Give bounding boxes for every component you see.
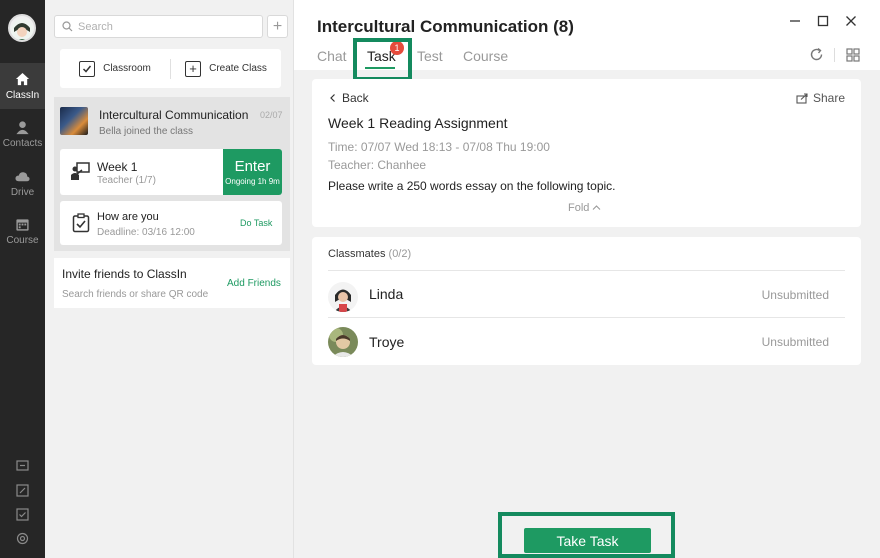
calendar-icon — [16, 218, 29, 231]
home-icon — [15, 72, 30, 85]
class-role: Teacher (1/7) — [97, 175, 156, 186]
share-icon — [796, 92, 808, 104]
teacher-board-icon — [71, 162, 90, 180]
search-box[interactable] — [54, 15, 263, 38]
nav-item-classin[interactable]: ClassIn — [0, 63, 45, 109]
nav-label: Drive — [10, 186, 35, 198]
list-panel: + Classroom + Create Class Intercultural… — [45, 0, 293, 558]
divider — [328, 270, 845, 271]
avatar — [328, 282, 358, 312]
plus-icon: + — [185, 60, 202, 77]
class-name: Week 1 — [97, 160, 138, 174]
checkbox-icon — [79, 60, 96, 77]
back-label: Back — [342, 91, 369, 105]
nav-rail: ClassIn Contacts Drive Course — [0, 0, 45, 558]
invite-title: Invite friends to ClassIn — [62, 267, 187, 281]
group-thumbnail — [60, 107, 88, 135]
classmates-card: Classmates (0/2) Linda Unsubmitted Troye… — [312, 237, 861, 365]
task-time: Time: 07/07 Wed 18:13 - 07/08 Thu 19:00 — [328, 140, 550, 154]
main-panel: Intercultural Communication (8) Chat Tas… — [293, 0, 880, 558]
task-item[interactable]: How are you Deadline: 03/16 12:00 Do Tas… — [60, 201, 282, 245]
task-deadline: Deadline: 03/16 12:00 — [97, 227, 195, 238]
avatar — [328, 327, 358, 357]
nav-item-course[interactable]: Course — [0, 208, 45, 254]
nav-label: ClassIn — [5, 89, 40, 101]
quick-actions: Classroom + Create Class — [60, 49, 281, 88]
nav-label: Course — [6, 234, 39, 246]
enter-label: Enter — [234, 158, 271, 175]
cloud-icon — [15, 171, 30, 181]
tab-chat[interactable]: Chat — [317, 48, 347, 64]
classroom-label: Classroom — [103, 63, 151, 74]
settings-icon[interactable] — [16, 532, 29, 545]
classmate-name: Linda — [369, 286, 404, 302]
group-title: Intercultural Communication — [99, 108, 249, 122]
share-button[interactable]: Share — [796, 91, 845, 105]
nav-label: Contacts — [2, 137, 43, 149]
class-group[interactable]: Intercultural Communication 02/07 Bella … — [54, 97, 290, 251]
folder-icon[interactable] — [16, 459, 29, 472]
create-class-label: Create Class — [209, 63, 267, 74]
back-button[interactable]: Back — [328, 91, 369, 105]
classmates-count: (0/2) — [388, 248, 412, 260]
classmates-label: Classmates — [328, 248, 386, 260]
page-title: Intercultural Communication (8) — [317, 17, 574, 36]
task-title: Week 1 Reading Assignment — [328, 115, 508, 131]
class-item[interactable]: Week 1 Teacher (1/7) Enter Ongoing 1h 9m — [60, 149, 282, 195]
close-icon[interactable] — [844, 14, 858, 28]
group-subtitle: Bella joined the class — [99, 126, 193, 137]
create-class-button[interactable]: + Create Class — [171, 60, 281, 77]
search-input[interactable] — [78, 20, 248, 33]
take-task-highlight — [498, 512, 675, 558]
tab-course[interactable]: Course — [463, 48, 508, 64]
maximize-icon[interactable] — [816, 14, 830, 28]
divider — [328, 317, 845, 318]
submission-status: Unsubmitted — [761, 335, 829, 349]
minimize-icon[interactable] — [788, 14, 802, 28]
fold-toggle[interactable]: Fold — [568, 202, 601, 214]
classmate-name: Troye — [369, 334, 405, 350]
apps-grid-icon[interactable] — [846, 48, 860, 62]
task-detail-card: Back Share Week 1 Reading Assignment Tim… — [312, 79, 861, 227]
tab-test[interactable]: Test — [417, 48, 443, 64]
classmates-header: Classmates (0/2) — [328, 248, 411, 260]
task-teacher: Teacher: Chanhee — [328, 158, 427, 172]
person-icon — [16, 120, 29, 134]
task-tab-highlight — [353, 38, 412, 81]
classroom-button[interactable]: Classroom — [60, 60, 170, 77]
nav-item-drive[interactable]: Drive — [0, 160, 45, 206]
invite-subtitle: Search friends or share QR code — [62, 289, 209, 300]
enter-status: Ongoing 1h 9m — [225, 177, 280, 186]
user-avatar[interactable] — [8, 14, 36, 42]
enter-button[interactable]: Enter Ongoing 1h 9m — [223, 149, 282, 195]
chevron-left-icon — [330, 94, 335, 102]
task-description: Please write a 250 words essay on the fo… — [328, 179, 616, 193]
share-label: Share — [812, 91, 845, 105]
checkbox-icon[interactable] — [16, 508, 29, 521]
clipboard-check-icon — [72, 213, 90, 233]
add-button[interactable]: + — [267, 15, 288, 38]
nav-item-contacts[interactable]: Contacts — [0, 111, 45, 157]
submission-status: Unsubmitted — [761, 288, 829, 302]
add-friends-link[interactable]: Add Friends — [227, 278, 281, 289]
chevron-up-icon — [593, 205, 601, 210]
edit-icon[interactable] — [16, 484, 29, 497]
do-task-link[interactable]: Do Task — [240, 218, 272, 228]
refresh-icon[interactable] — [809, 47, 824, 62]
invite-card: Invite friends to ClassIn Search friends… — [54, 258, 290, 308]
search-icon — [62, 21, 73, 32]
group-date: 02/07 — [260, 110, 283, 120]
divider — [834, 48, 835, 62]
fold-label: Fold — [568, 202, 590, 214]
task-name: How are you — [97, 211, 159, 223]
